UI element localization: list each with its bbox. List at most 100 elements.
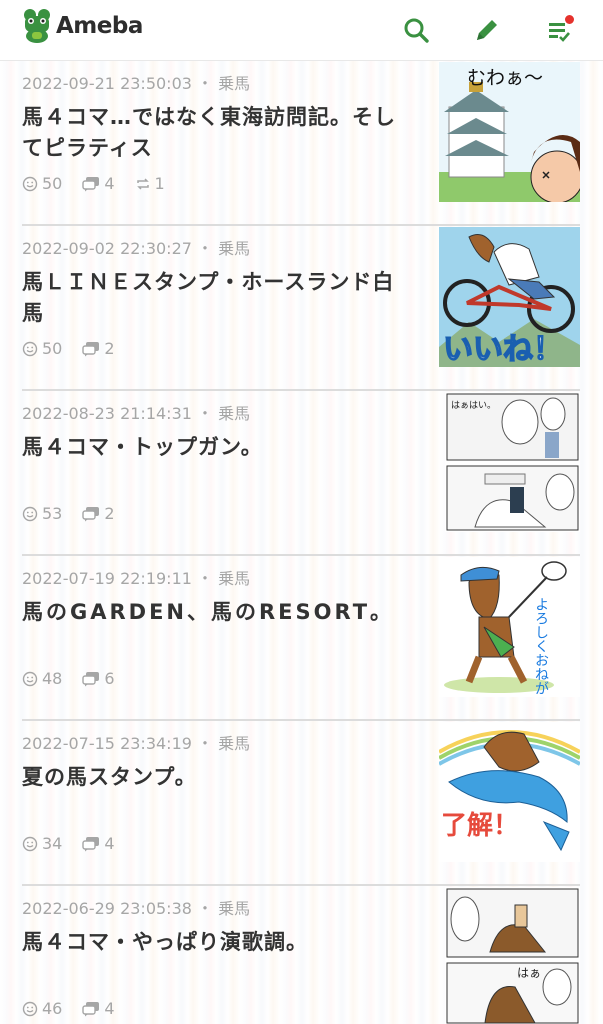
comment-stat: 6 bbox=[82, 669, 115, 688]
entry-stats: 50 2 bbox=[22, 339, 135, 358]
thumb-caption: はぁ bbox=[517, 966, 541, 980]
comment-icon bbox=[82, 836, 100, 851]
comment-icon bbox=[82, 176, 100, 191]
like-stat: 53 bbox=[22, 504, 62, 523]
entry-thumbnail[interactable]: 了解！ bbox=[439, 722, 580, 862]
search-button[interactable] bbox=[396, 10, 436, 50]
entry-title[interactable]: 馬４コマ・やっぱり演歌調。 bbox=[22, 927, 414, 958]
entry-category[interactable]: 乗馬 bbox=[218, 74, 250, 93]
blog-entry[interactable]: 2022-06-29 23:05:38 ・ 乗馬 馬４コマ・やっぱり演歌調。 4… bbox=[22, 887, 580, 1024]
entry-thumbnail[interactable]: はぁ bbox=[445, 887, 580, 1024]
like-count: 50 bbox=[42, 174, 63, 193]
entry-category[interactable]: 乗馬 bbox=[218, 239, 250, 258]
comment-icon bbox=[82, 506, 100, 521]
entry-title[interactable]: 夏の馬スタンプ。 bbox=[22, 762, 414, 793]
smile-icon bbox=[22, 671, 38, 686]
entry-separator: ・ bbox=[197, 899, 214, 918]
entry-thumbnail[interactable]: むわぁ〜 bbox=[439, 62, 580, 202]
comment-icon bbox=[82, 1001, 100, 1016]
blog-entry[interactable]: 2022-07-19 22:19:11 ・ 乗馬 馬のGARDEN、馬のRESO… bbox=[22, 557, 580, 721]
entry-meta: 2022-07-15 23:34:19 ・ 乗馬 bbox=[22, 730, 250, 754]
like-count: 34 bbox=[42, 834, 63, 853]
entry-title[interactable]: 馬４コマ…ではなく東海訪問記。そしてピラティス bbox=[22, 102, 414, 164]
top-header: Ameba bbox=[0, 0, 603, 61]
entry-separator: ・ bbox=[197, 74, 214, 93]
entry-date: 2022-09-21 23:50:03 bbox=[22, 74, 192, 93]
comment-count: 4 bbox=[104, 834, 115, 853]
entry-thumbnail[interactable]: よろしくおねがいします bbox=[439, 557, 580, 697]
entry-stats: 50 4 1 bbox=[22, 174, 185, 193]
four-panel-comic-image: はぁはい。 bbox=[445, 392, 580, 532]
comment-stat: 4 bbox=[82, 834, 115, 853]
entry-meta: 2022-07-19 22:19:11 ・ 乗馬 bbox=[22, 565, 250, 589]
entry-meta: 2022-06-29 23:05:38 ・ 乗馬 bbox=[22, 895, 250, 919]
entry-separator: ・ bbox=[197, 404, 214, 423]
logo-text: Ameba bbox=[56, 13, 143, 39]
entry-thumbnail[interactable]: いいね！ bbox=[439, 227, 580, 367]
comment-icon bbox=[82, 671, 100, 686]
ameba-logo[interactable]: Ameba bbox=[22, 8, 143, 44]
entry-stats: 48 6 bbox=[22, 669, 135, 688]
entry-date: 2022-08-23 21:14:31 bbox=[22, 404, 192, 423]
write-button[interactable] bbox=[467, 10, 507, 50]
entry-meta: 2022-08-23 21:14:31 ・ 乗馬 bbox=[22, 400, 250, 424]
comment-stat: 2 bbox=[82, 504, 115, 523]
feed-button[interactable] bbox=[539, 10, 579, 50]
reblog-icon bbox=[136, 177, 149, 190]
blog-entry[interactable]: 2022-09-21 23:50:03 ・ 乗馬 馬４コマ…ではなく東海訪問記。… bbox=[22, 62, 580, 226]
comment-count: 2 bbox=[104, 339, 115, 358]
entry-category[interactable]: 乗馬 bbox=[218, 569, 250, 588]
notification-badge bbox=[564, 14, 575, 25]
comment-stat: 4 bbox=[82, 999, 115, 1018]
like-stat: 50 bbox=[22, 339, 62, 358]
entry-separator: ・ bbox=[197, 569, 214, 588]
blog-entry[interactable]: 2022-07-15 23:34:19 ・ 乗馬 夏の馬スタンプ。 34 4 了… bbox=[22, 722, 580, 886]
like-stat: 46 bbox=[22, 999, 62, 1018]
comment-stat: 2 bbox=[82, 339, 115, 358]
thumb-caption: 了解！ bbox=[441, 811, 519, 841]
entry-thumbnail[interactable]: はぁはい。 bbox=[445, 392, 580, 532]
entry-stats: 53 2 bbox=[22, 504, 135, 523]
reblog-stat: 1 bbox=[135, 174, 165, 193]
like-count: 50 bbox=[42, 339, 63, 358]
entry-stats: 34 4 bbox=[22, 834, 135, 853]
smile-icon bbox=[22, 506, 38, 521]
reblog-count: 1 bbox=[154, 174, 165, 193]
like-count: 48 bbox=[42, 669, 63, 688]
comment-count: 2 bbox=[104, 504, 115, 523]
comment-icon bbox=[82, 341, 100, 356]
horse-butterfly-net-cartoon-image: よろしくおねがいします bbox=[439, 557, 580, 697]
entry-category[interactable]: 乗馬 bbox=[218, 404, 250, 423]
search-icon bbox=[404, 18, 429, 43]
thumb-caption: いいね！ bbox=[443, 332, 563, 367]
comment-count: 4 bbox=[104, 999, 115, 1018]
entry-category[interactable]: 乗馬 bbox=[218, 899, 250, 918]
four-panel-comic-image: はぁ bbox=[445, 887, 580, 1024]
blog-entry[interactable]: 2022-09-02 22:30:27 ・ 乗馬 馬ＬＩＮＥスタンプ・ホースラン… bbox=[22, 227, 580, 391]
entry-date: 2022-06-29 23:05:38 bbox=[22, 899, 192, 918]
entry-separator: ・ bbox=[197, 734, 214, 753]
smile-icon bbox=[22, 341, 38, 356]
thumb-caption: はぁはい。 bbox=[451, 400, 496, 411]
entry-title[interactable]: 馬ＬＩＮＥスタンプ・ホースランド白馬 bbox=[22, 267, 414, 329]
smile-icon bbox=[22, 836, 38, 851]
blog-entry[interactable]: 2022-08-23 21:14:31 ・ 乗馬 馬４コマ・トップガン。 53 … bbox=[22, 392, 580, 556]
entry-title[interactable]: 馬４コマ・トップガン。 bbox=[22, 432, 414, 463]
entry-meta: 2022-09-21 23:50:03 ・ 乗馬 bbox=[22, 70, 250, 94]
comment-count: 4 bbox=[104, 174, 115, 193]
entry-date: 2022-07-15 23:34:19 bbox=[22, 734, 192, 753]
entry-date: 2022-07-19 22:19:11 bbox=[22, 569, 192, 588]
horse-dolphin-cartoon-image: 了解！ bbox=[439, 722, 580, 862]
entry-title[interactable]: 馬のGARDEN、馬のRESORT。 bbox=[22, 597, 414, 628]
horse-bicycle-cartoon-image: いいね！ bbox=[439, 227, 580, 367]
like-stat: 34 bbox=[22, 834, 62, 853]
like-stat: 50 bbox=[22, 174, 62, 193]
smile-icon bbox=[22, 1001, 38, 1016]
ameba-frog-icon bbox=[24, 9, 50, 43]
castle-cartoon-image: むわぁ〜 bbox=[439, 62, 580, 202]
like-count: 46 bbox=[42, 999, 63, 1018]
thumb-caption: むわぁ〜 bbox=[467, 67, 543, 89]
like-stat: 48 bbox=[22, 669, 62, 688]
entry-category[interactable]: 乗馬 bbox=[218, 734, 250, 753]
comment-count: 6 bbox=[104, 669, 115, 688]
